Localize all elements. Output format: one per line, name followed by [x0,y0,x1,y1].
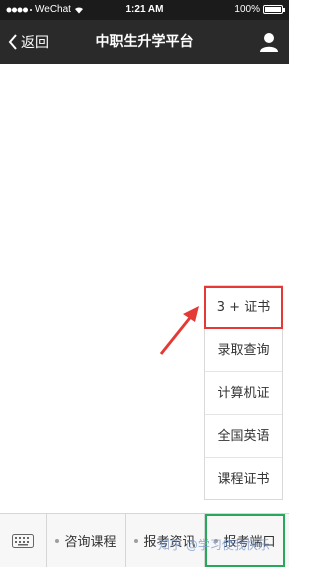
menu-item-admission-query[interactable]: 录取查询 [205,329,282,372]
profile-button[interactable] [257,30,281,54]
tab-label: 报考资讯 [143,535,196,550]
status-right: 100% [234,4,285,15]
menu-item-national-english[interactable]: 全国英语 [205,415,282,458]
battery-fill [265,7,281,12]
menu-dot-icon [134,538,139,543]
nav-bar: 返回 中职生升学平台 [0,20,289,64]
tab-bar: 咨询课程 报考资讯 报考端口 [0,513,289,567]
battery-icon [263,5,285,14]
menu-dot-icon [55,538,60,543]
tab-exam-news[interactable]: 报考资讯 [126,514,205,567]
keyboard-icon [12,533,34,548]
menu-item-computer-certificate[interactable]: 计算机证 [205,372,282,415]
tab-label: 咨询课程 [64,535,117,550]
popup-menu: 3 + 证书 录取查询 计算机证 全国英语 课程证书 [204,285,283,500]
menu-dot-icon [214,538,219,543]
battery-percent: 100% [234,4,260,15]
menu-item-3-plus-certificate[interactable]: 3 + 证书 [204,286,283,329]
tab-exam-portal[interactable]: 报考端口 [205,514,285,567]
annotation-arrow [159,306,199,355]
status-bar: WeChat 1:21 AM 100% [0,0,289,20]
tab-label: 报考端口 [223,535,276,550]
page-title: 中职生升学平台 [95,34,194,50]
tab-consult-courses[interactable]: 咨询课程 [47,514,126,567]
keyboard-button[interactable] [0,514,47,567]
menu-item-course-certificate[interactable]: 课程证书 [205,458,282,501]
person-icon [260,33,278,52]
